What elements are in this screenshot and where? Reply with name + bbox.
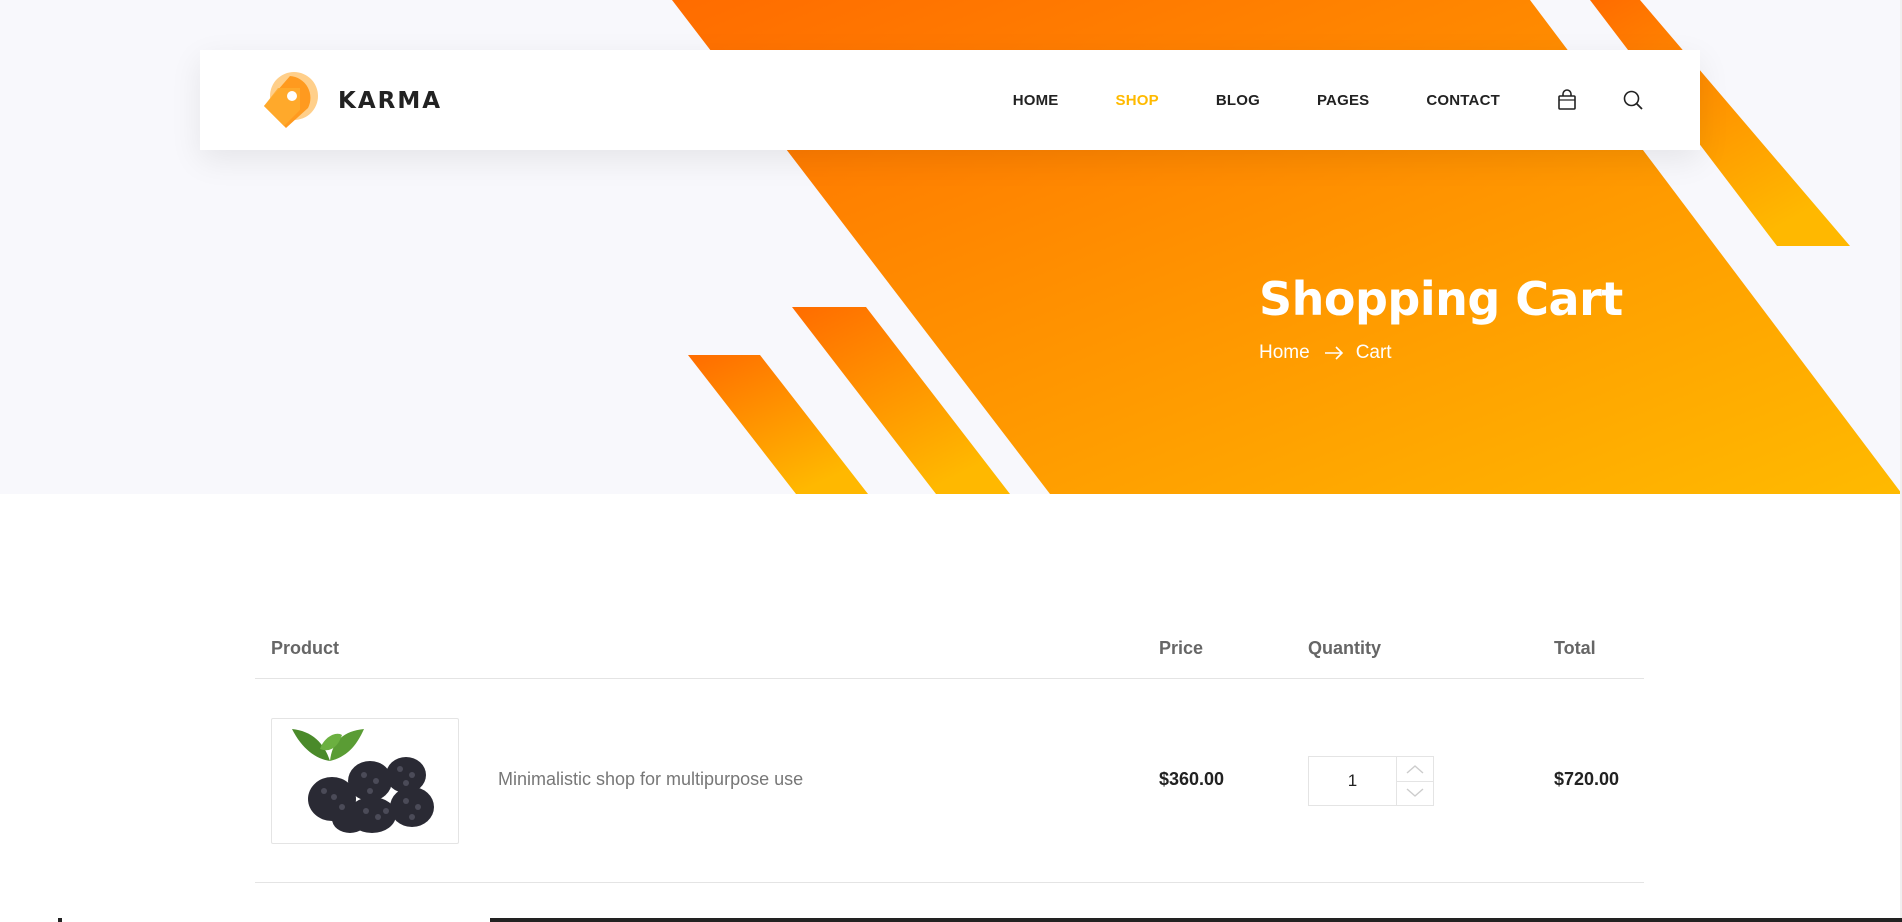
cart-table: Product Price Quantity Total Minimalisti… [255,620,1644,883]
quantity-buttons [1397,757,1433,805]
chevron-up-icon [1406,764,1424,774]
logo[interactable]: KARMA [256,68,456,134]
quantity-decrease-button[interactable] [1397,780,1433,806]
product-total: $720.00 [1554,769,1620,789]
blackberries-image [292,729,434,833]
table-row: Minimalistic shop for multipurpose use $… [255,679,1644,883]
window-bottom-edge [0,918,1902,922]
column-header-price: Price [1159,638,1204,658]
breadcrumb: Home Cart [1259,342,1392,364]
product-thumbnail[interactable] [271,718,459,844]
column-header-product: Product [271,638,340,658]
nav-item-shop[interactable]: SHOP [1116,92,1159,109]
product-price: $360.00 [1159,769,1225,789]
nav-item-contact[interactable]: CONTACT [1426,92,1500,109]
column-header-quantity: Quantity [1308,638,1382,658]
search-icon[interactable] [1622,89,1644,111]
column-header-total: Total [1554,638,1596,658]
cart-table-header: Product Price Quantity Total [255,620,1644,679]
nav-item-home[interactable]: HOME [1013,92,1059,109]
bottom-edge-gap [0,918,58,922]
product-name[interactable]: Minimalistic shop for multipurpose use [498,769,803,790]
page-title: Shopping Cart [1259,272,1623,326]
breadcrumb-current: Cart [1355,342,1392,363]
quantity-stepper [1308,756,1434,806]
breadcrumb-home-link[interactable]: Home [1259,342,1310,364]
shopping-bag-icon[interactable] [1556,89,1578,111]
brand-name: KARMA [338,88,443,114]
quantity-increase-button[interactable] [1397,757,1433,781]
arrow-right-icon [1324,346,1343,360]
bottom-edge-gap [62,918,490,922]
chevron-down-icon [1406,788,1424,798]
nav-item-blog[interactable]: BLOG [1216,92,1260,109]
site-header: KARMA HOME SHOP BLOG PAGES CONTACT [200,50,1700,150]
logo-tag-icon [264,72,318,128]
quantity-input[interactable] [1309,757,1397,805]
main-nav: HOME SHOP BLOG PAGES CONTACT [956,50,1644,150]
nav-item-pages[interactable]: PAGES [1317,92,1369,109]
